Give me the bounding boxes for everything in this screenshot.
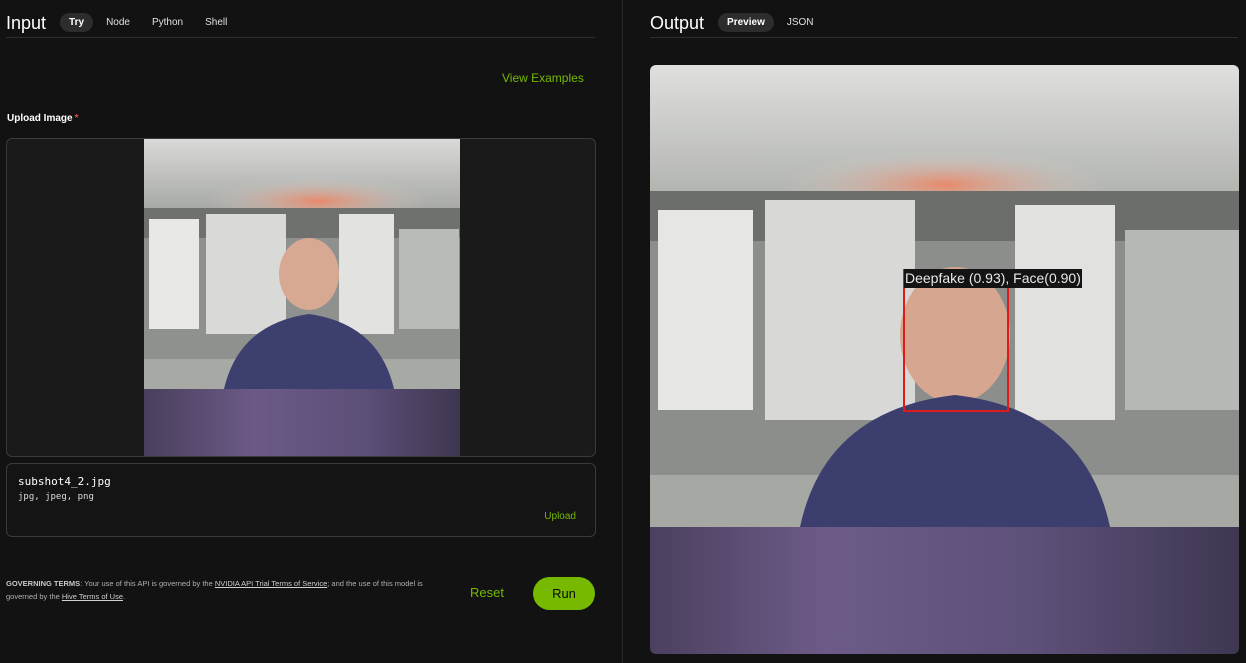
run-button[interactable]: Run <box>533 577 595 610</box>
hive-terms-link[interactable]: Hive Terms of Use <box>62 592 123 601</box>
image-dropzone[interactable] <box>6 138 596 457</box>
accepted-file-types: jpg, jpeg, png <box>18 492 94 502</box>
uploaded-image <box>144 139 460 456</box>
governing-terms: GOVERNING TERMS: Your use of this API is… <box>6 577 446 603</box>
input-header: Input Try Node Python Shell <box>6 8 595 38</box>
tab-python[interactable]: Python <box>143 13 192 32</box>
required-marker: * <box>74 113 79 124</box>
input-title: Input <box>6 12 47 33</box>
view-examples-link[interactable]: View Examples <box>502 71 584 85</box>
tab-try[interactable]: Try <box>60 13 94 32</box>
reset-button[interactable]: Reset <box>470 585 504 600</box>
detection-label: Deepfake (0.93), Face(0.90) <box>904 269 1082 288</box>
terms-heading: GOVERNING TERMS <box>6 579 81 588</box>
tab-node[interactable]: Node <box>97 13 139 32</box>
output-header: Output Preview JSON <box>650 8 1238 38</box>
nvidia-terms-link[interactable]: NVIDIA API Trial Terms of Service <box>215 579 327 588</box>
tab-json[interactable]: JSON <box>778 13 823 32</box>
upload-image-label-text: Upload Image <box>7 113 73 124</box>
terms-text-3: . <box>123 592 126 601</box>
output-preview-image: Deepfake (0.93), Face(0.90) <box>650 65 1239 654</box>
detection-bounding-box <box>903 269 1009 412</box>
uploaded-image-thumbnail <box>144 139 460 456</box>
file-info-box: subshot4_2.jpg jpg, jpeg, png Upload <box>6 463 596 537</box>
terms-text-1: : Your use of this API is governed by th… <box>80 579 215 588</box>
output-panel: Output Preview JSON Deepfake (0.93), Fac… <box>623 0 1246 663</box>
upload-button[interactable]: Upload <box>544 511 576 522</box>
upload-image-label: Upload Image * <box>7 113 78 124</box>
tab-shell[interactable]: Shell <box>196 13 236 32</box>
output-title: Output <box>650 12 705 33</box>
input-panel: Input Try Node Python Shell View Example… <box>0 0 622 663</box>
file-name: subshot4_2.jpg <box>18 475 111 488</box>
tab-preview[interactable]: Preview <box>718 13 774 32</box>
